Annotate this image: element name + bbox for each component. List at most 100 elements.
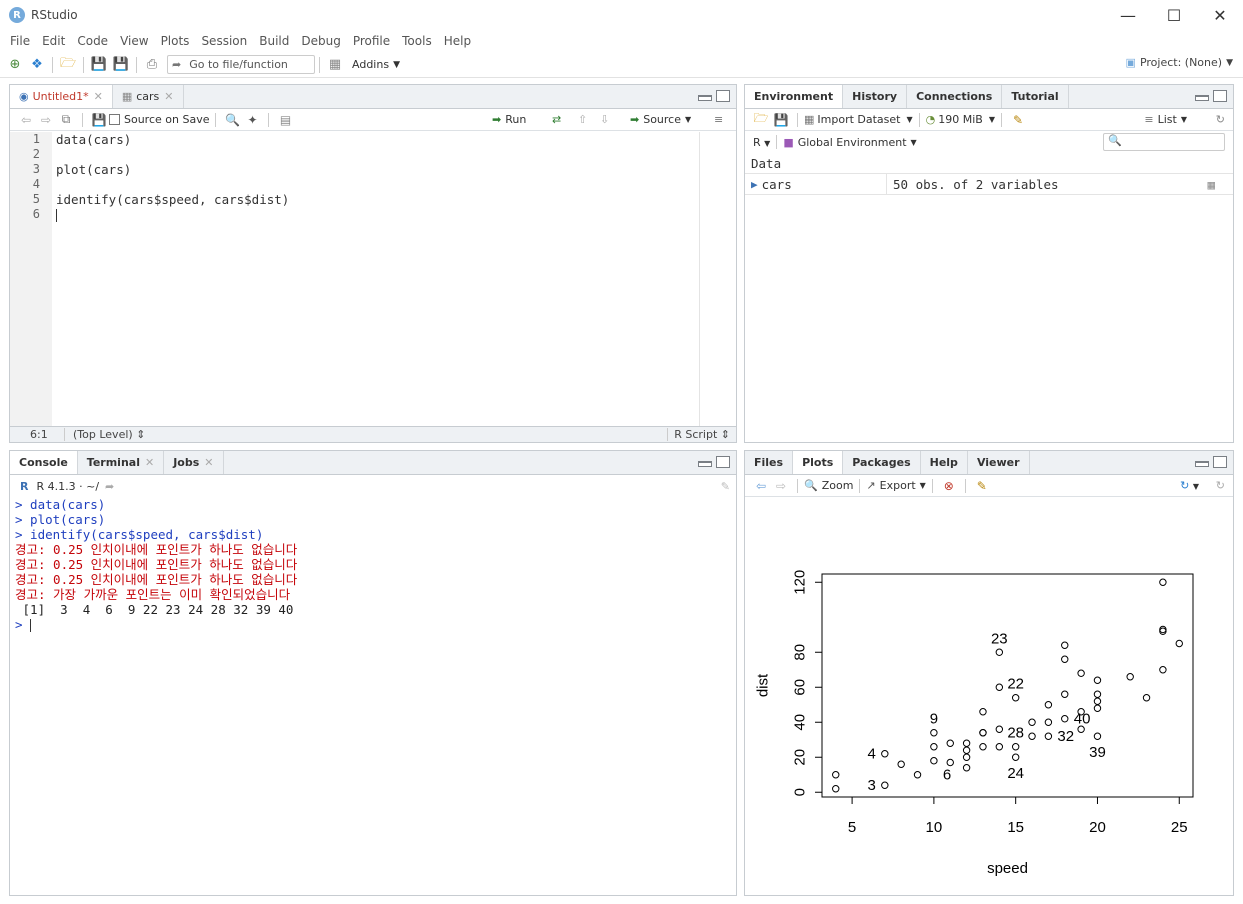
refresh-icon[interactable]: ↻	[1216, 113, 1225, 126]
save-icon[interactable]: 💾	[88, 55, 110, 75]
console-prompt[interactable]: >	[15, 617, 731, 632]
tab-help[interactable]: Help	[921, 451, 968, 474]
tab-terminal[interactable]: Terminal ✕	[78, 451, 165, 474]
outline-icon[interactable]: ≡	[714, 113, 723, 126]
code-line[interactable]	[56, 207, 696, 222]
file-type-indicator[interactable]: R Script ⇕	[667, 428, 730, 441]
save-all-icon[interactable]: 💾	[110, 55, 132, 75]
pane-layout-icon[interactable]: ▦	[324, 55, 346, 75]
code-tools-wand-icon[interactable]: ✦	[242, 113, 262, 127]
menu-file[interactable]: File	[4, 34, 36, 48]
goto-file-function-input[interactable]: ➦ Go to file/function	[167, 55, 315, 74]
menu-profile[interactable]: Profile	[347, 34, 396, 48]
back-icon[interactable]: ⇦	[16, 113, 36, 127]
menu-debug[interactable]: Debug	[295, 34, 346, 48]
tab-untitled1[interactable]: ◉ Untitled1* ✕	[10, 85, 113, 108]
tab-cars[interactable]: ▦ cars ✕	[113, 85, 184, 108]
search-icon[interactable]: 🔍	[222, 113, 242, 127]
close-tab-icon[interactable]: ✕	[204, 456, 213, 469]
remove-plot-icon[interactable]: ⊗	[939, 479, 959, 493]
minimize-pane-icon[interactable]	[1195, 461, 1209, 467]
rerun-icon[interactable]: ⇄	[552, 113, 561, 126]
tab-console[interactable]: Console	[10, 451, 78, 474]
minimize-pane-icon[interactable]	[698, 461, 712, 467]
next-plot-icon[interactable]: ⇨	[771, 479, 791, 493]
code-line[interactable]	[56, 177, 696, 192]
maximize-pane-icon[interactable]	[1213, 456, 1227, 468]
forward-icon[interactable]: ⇨	[36, 113, 56, 127]
import-dataset-button[interactable]: ▦ Import Dataset ▼	[804, 113, 913, 126]
maximize-pane-icon[interactable]	[716, 456, 730, 468]
save-icon[interactable]: 💾	[89, 113, 109, 127]
expand-icon[interactable]: ▶	[751, 178, 758, 191]
menu-tools[interactable]: Tools	[396, 34, 438, 48]
minimize-pane-icon[interactable]	[1195, 95, 1209, 101]
minimize-pane-icon[interactable]	[698, 95, 712, 101]
new-project-icon[interactable]: ❖	[26, 55, 48, 75]
clear-console-broom-icon[interactable]: ✎	[721, 480, 730, 493]
menu-view[interactable]: View	[114, 34, 154, 48]
previous-plot-icon[interactable]: ⇦	[751, 479, 771, 493]
view-data-icon[interactable]: ▦	[1207, 177, 1215, 192]
export-button[interactable]: ↗ Export ▼	[866, 479, 925, 492]
code-line[interactable]: identify(cars$speed, cars$dist)	[56, 192, 696, 207]
publish-icon[interactable]: ↻ ▼	[1180, 479, 1199, 492]
open-folder-icon[interactable]: 🗁	[57, 55, 79, 75]
tab-connections[interactable]: Connections	[907, 85, 1003, 108]
close-tab-icon[interactable]: ✕	[145, 456, 154, 469]
new-file-icon[interactable]: ⊕	[4, 55, 26, 75]
menu-edit[interactable]: Edit	[36, 34, 71, 48]
file-type-label: R Script	[674, 428, 718, 441]
memory-usage-button[interactable]: ◔ 190 MiB ▼	[926, 113, 995, 126]
tab-plots[interactable]: Plots	[793, 451, 844, 474]
maximize-button[interactable]: ☐	[1151, 0, 1197, 30]
go-to-directory-icon[interactable]: ➦	[105, 480, 114, 493]
menu-build[interactable]: Build	[253, 34, 295, 48]
tab-packages[interactable]: Packages	[843, 451, 921, 474]
addins-dropdown-icon[interactable]: ▼	[393, 60, 400, 70]
menu-session[interactable]: Session	[195, 34, 253, 48]
tab-tutorial[interactable]: Tutorial	[1002, 85, 1069, 108]
scope-indicator[interactable]: (Top Level) ⇕	[64, 428, 145, 441]
console-output[interactable]: > data(cars) > plot(cars) > identify(car…	[15, 497, 731, 895]
maximize-pane-icon[interactable]	[716, 90, 730, 102]
tab-viewer[interactable]: Viewer	[968, 451, 1030, 474]
code-editor[interactable]: data(cars) plot(cars) identify(cars$spee…	[56, 132, 696, 427]
show-in-window-icon[interactable]: ⧉	[56, 112, 76, 127]
menu-plots[interactable]: Plots	[155, 34, 196, 48]
go-up-icon[interactable]: ⇧	[578, 113, 587, 126]
save-workspace-icon[interactable]: 💾	[771, 113, 791, 127]
code-line[interactable]: plot(cars)	[56, 162, 696, 177]
tab-history[interactable]: History	[843, 85, 908, 108]
go-down-icon[interactable]: ⇩	[600, 113, 609, 126]
menu-help[interactable]: Help	[438, 34, 477, 48]
project-menu[interactable]: ▣ Project: (None) ▼	[1126, 56, 1233, 69]
tab-jobs[interactable]: Jobs ✕	[164, 451, 224, 474]
source-on-save-checkbox[interactable]	[109, 114, 120, 125]
zoom-button[interactable]: 🔍 Zoom	[804, 479, 853, 492]
clear-broom-icon[interactable]: ✎	[1008, 113, 1028, 127]
environment-row-cars[interactable]: ▶ cars 50 obs. of 2 variables ▦	[745, 173, 1233, 195]
maximize-pane-icon[interactable]	[1213, 90, 1227, 102]
source-button[interactable]: ➡ Source ▼	[630, 113, 691, 126]
view-mode-button[interactable]: ≡ List ▼	[1144, 113, 1187, 126]
close-tab-icon[interactable]: ✕	[94, 90, 103, 103]
tab-files[interactable]: Files	[745, 451, 794, 474]
refresh-icon[interactable]: ↻	[1216, 479, 1225, 492]
document-outline-icon[interactable]: ▤	[275, 113, 295, 127]
run-button[interactable]: ➡ Run	[492, 113, 526, 126]
tab-environment[interactable]: Environment	[745, 85, 844, 108]
code-line[interactable]	[56, 147, 696, 162]
code-line[interactable]: data(cars)	[56, 132, 696, 147]
environment-scope-select[interactable]: ■ Global Environment ▼	[783, 136, 916, 149]
language-select[interactable]: R ▼	[753, 136, 770, 149]
clear-plots-broom-icon[interactable]: ✎	[972, 479, 992, 493]
close-button[interactable]: ✕	[1197, 0, 1243, 30]
menu-code[interactable]: Code	[71, 34, 114, 48]
close-tab-icon[interactable]: ✕	[164, 90, 173, 103]
environment-search-input[interactable]: 🔍	[1103, 133, 1225, 151]
minimize-button[interactable]: —	[1105, 0, 1151, 30]
print-icon[interactable]: ⎙	[141, 55, 163, 75]
load-workspace-icon[interactable]: 🗁	[751, 109, 771, 130]
addins-menu[interactable]: Addins	[352, 58, 389, 71]
